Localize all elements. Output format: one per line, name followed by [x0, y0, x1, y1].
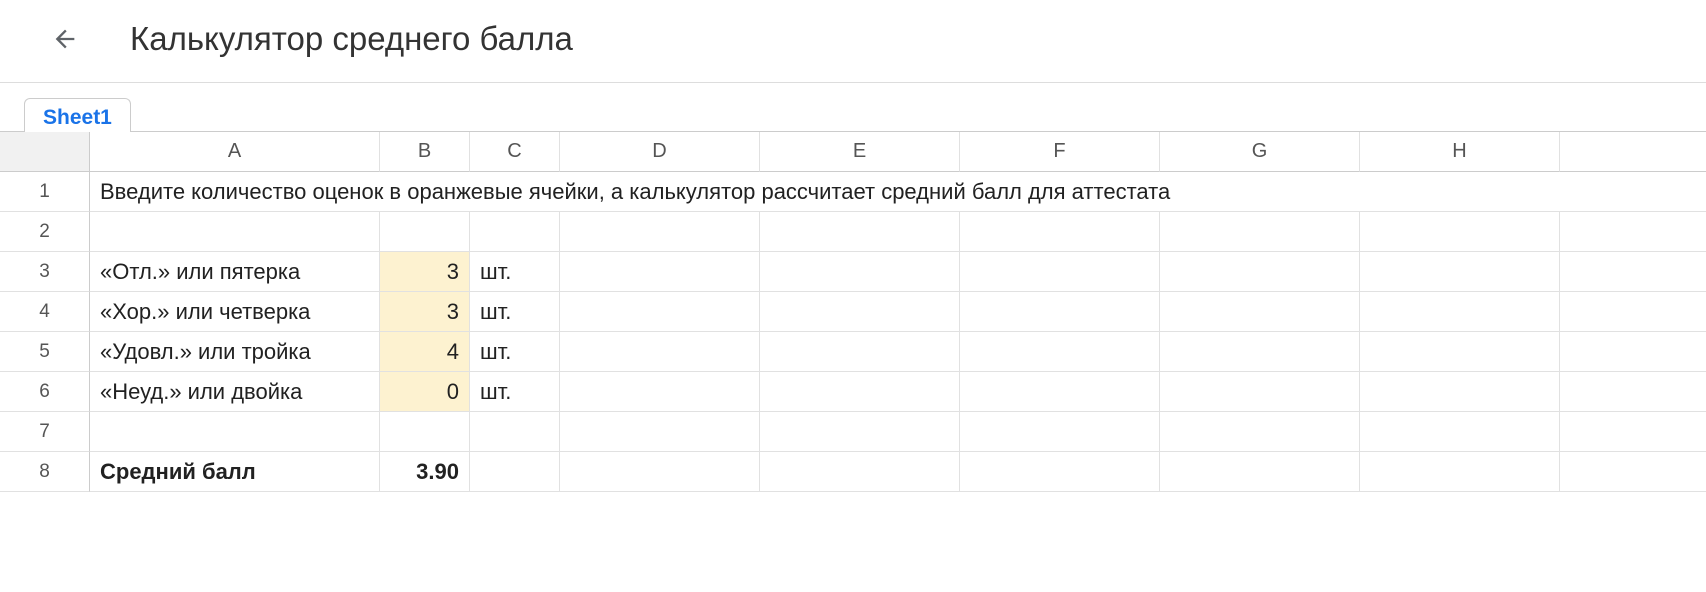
cell-c3[interactable]: шт.	[470, 252, 560, 292]
cell-g8[interactable]	[1160, 452, 1360, 492]
cell-d6[interactable]	[560, 372, 760, 412]
cell-d8[interactable]	[560, 452, 760, 492]
corner-cell[interactable]	[0, 132, 90, 172]
col-header-g[interactable]: G	[1160, 132, 1360, 172]
cell-d5[interactable]	[560, 332, 760, 372]
page-title: Калькулятор среднего балла	[130, 20, 573, 58]
cell-g3[interactable]	[1160, 252, 1360, 292]
row-header-4[interactable]: 4	[0, 292, 90, 332]
cell-b5[interactable]: 4	[380, 332, 470, 372]
cell-d2[interactable]	[560, 212, 760, 252]
cell-h8[interactable]	[1360, 452, 1560, 492]
cell-g6[interactable]	[1160, 372, 1360, 412]
cell-tail8[interactable]	[1560, 452, 1706, 492]
cell-h3[interactable]	[1360, 252, 1560, 292]
cell-h4[interactable]	[1360, 292, 1560, 332]
row-header-5[interactable]: 5	[0, 332, 90, 372]
cell-tail5[interactable]	[1560, 332, 1706, 372]
cell-g5[interactable]	[1160, 332, 1360, 372]
cell-h2[interactable]	[1360, 212, 1560, 252]
cell-a2[interactable]	[90, 212, 380, 252]
tab-sheet1[interactable]: Sheet1	[24, 98, 131, 132]
cell-e6[interactable]	[760, 372, 960, 412]
col-header-a[interactable]: A	[90, 132, 380, 172]
cell-tail7[interactable]	[1560, 412, 1706, 452]
cell-f5[interactable]	[960, 332, 1160, 372]
cell-b8[interactable]: 3.90	[380, 452, 470, 492]
cell-d3[interactable]	[560, 252, 760, 292]
cell-a5[interactable]: «Удовл.» или тройка	[90, 332, 380, 372]
cell-a1[interactable]: Введите количество оценок в оранжевые яч…	[90, 172, 1706, 212]
cell-tail3[interactable]	[1560, 252, 1706, 292]
cell-h5[interactable]	[1360, 332, 1560, 372]
cell-b6[interactable]: 0	[380, 372, 470, 412]
col-header-h[interactable]: H	[1360, 132, 1560, 172]
col-header-e[interactable]: E	[760, 132, 960, 172]
cell-tail4[interactable]	[1560, 292, 1706, 332]
cell-c5[interactable]: шт.	[470, 332, 560, 372]
cell-h6[interactable]	[1360, 372, 1560, 412]
cell-c6[interactable]: шт.	[470, 372, 560, 412]
col-header-d[interactable]: D	[560, 132, 760, 172]
cell-b7[interactable]	[380, 412, 470, 452]
row-header-1[interactable]: 1	[0, 172, 90, 212]
cell-c7[interactable]	[470, 412, 560, 452]
cell-c2[interactable]	[470, 212, 560, 252]
cell-a6[interactable]: «Неуд.» или двойка	[90, 372, 380, 412]
cell-a7[interactable]	[90, 412, 380, 452]
cell-f2[interactable]	[960, 212, 1160, 252]
cell-e5[interactable]	[760, 332, 960, 372]
cell-g4[interactable]	[1160, 292, 1360, 332]
row-header-8[interactable]: 8	[0, 452, 90, 492]
row-header-2[interactable]: 2	[0, 212, 90, 252]
col-header-c[interactable]: C	[470, 132, 560, 172]
row-header-6[interactable]: 6	[0, 372, 90, 412]
cell-e2[interactable]	[760, 212, 960, 252]
cell-tail6[interactable]	[1560, 372, 1706, 412]
cell-b3[interactable]: 3	[380, 252, 470, 292]
sheet-tabs: Sheet1	[0, 83, 1706, 131]
cell-f6[interactable]	[960, 372, 1160, 412]
col-header-b[interactable]: B	[380, 132, 470, 172]
cell-e8[interactable]	[760, 452, 960, 492]
cell-g7[interactable]	[1160, 412, 1360, 452]
cell-a8[interactable]: Средний балл	[90, 452, 380, 492]
cell-tail2[interactable]	[1560, 212, 1706, 252]
cell-d4[interactable]	[560, 292, 760, 332]
cell-b2[interactable]	[380, 212, 470, 252]
cell-f7[interactable]	[960, 412, 1160, 452]
cell-e7[interactable]	[760, 412, 960, 452]
cell-b4[interactable]: 3	[380, 292, 470, 332]
row-header-7[interactable]: 7	[0, 412, 90, 452]
cell-d7[interactable]	[560, 412, 760, 452]
arrow-left-icon	[51, 25, 79, 53]
cell-c8[interactable]	[470, 452, 560, 492]
row-header-3[interactable]: 3	[0, 252, 90, 292]
cell-a4[interactable]: «Хор.» или четверка	[90, 292, 380, 332]
cell-h7[interactable]	[1360, 412, 1560, 452]
spreadsheet-grid: A B C D E F G H 1 Введите количество оце…	[0, 131, 1706, 492]
col-header-tail[interactable]	[1560, 132, 1706, 172]
cell-g2[interactable]	[1160, 212, 1360, 252]
cell-e3[interactable]	[760, 252, 960, 292]
cell-a3[interactable]: «Отл.» или пятерка	[90, 252, 380, 292]
cell-f4[interactable]	[960, 292, 1160, 332]
app-header: Калькулятор среднего балла	[0, 0, 1706, 83]
back-button[interactable]	[50, 24, 80, 54]
cell-f3[interactable]	[960, 252, 1160, 292]
cell-f8[interactable]	[960, 452, 1160, 492]
col-header-f[interactable]: F	[960, 132, 1160, 172]
cell-e4[interactable]	[760, 292, 960, 332]
cell-c4[interactable]: шт.	[470, 292, 560, 332]
